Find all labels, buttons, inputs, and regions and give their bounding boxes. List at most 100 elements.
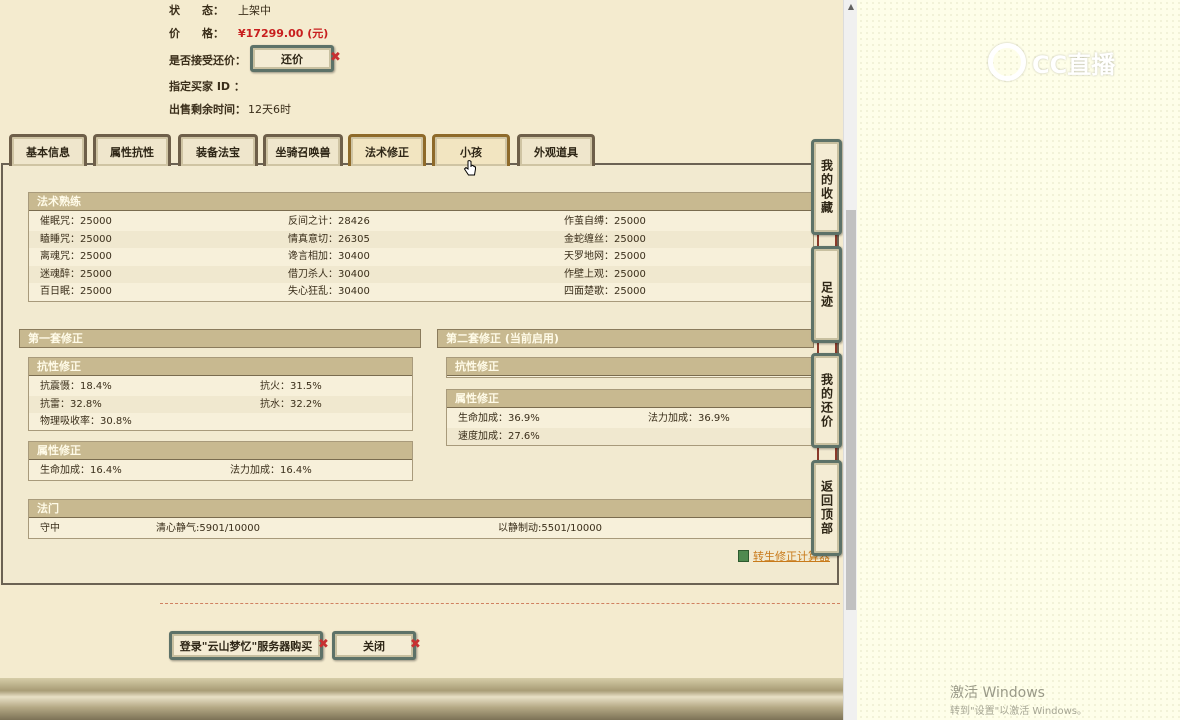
close-button-label: 关闭 xyxy=(363,639,385,653)
table-cell: 生命加成：16.4% xyxy=(40,465,122,476)
desktop-background xyxy=(858,0,1180,720)
side-button-label: 返回顶部 xyxy=(819,480,834,536)
table-row: 物理吸收率：30.8% xyxy=(29,413,412,431)
close-x-icon: ✖ xyxy=(410,637,421,652)
table-cell: 迷魂醉：25000 xyxy=(40,268,112,280)
table-row: 抗震慑：18.4% 抗火：31.5% xyxy=(29,378,412,396)
tab-appearance-items[interactable]: 外观道具 xyxy=(517,134,595,166)
spell-mastery-title: 法术熟练 xyxy=(29,193,813,211)
footprint-button[interactable]: 足迹 xyxy=(811,246,842,343)
table-cell: 情真意切：26305 xyxy=(288,233,370,245)
spell-mastery-section: 法术熟练 催眠咒：25000 反间之计：28426 作茧自缚：25000 瞌睡咒… xyxy=(28,192,814,302)
tab-label: 装备法宝 xyxy=(196,145,240,159)
dharma-table: 守中 清心静气:5901/10000 以静制动:5501/10000 xyxy=(29,518,813,538)
table-cell: 反间之计：28426 xyxy=(288,216,370,227)
counter-offer-row: 是否接受还价： xyxy=(169,52,246,68)
status-row: 状 态： 上架中 xyxy=(169,2,271,18)
table-row: 迷魂醉：25000 借刀杀人：30400 作壁上观：25000 xyxy=(29,265,813,283)
tab-mounts-pets[interactable]: 坐骑召唤兽 xyxy=(263,134,343,166)
table-cell: 四面楚歌：25000 xyxy=(564,286,646,297)
table-cell: 催眠咒：25000 xyxy=(40,216,112,227)
side-button-label: 我的还价 xyxy=(819,372,834,429)
table-cell: 抗雷：32.8% xyxy=(40,398,102,410)
table-row: 离魂咒：25000 谗言相加：30400 天罗地网：25000 xyxy=(29,248,813,266)
table-cell: 离魂咒：25000 xyxy=(40,251,112,262)
remaining-time-row: 出售剩余时间： 12天6时 xyxy=(169,101,291,117)
table-cell: 天罗地网：25000 xyxy=(564,251,646,262)
set1-title: 第一套修正 xyxy=(19,329,421,348)
counter-offer-button-label: 还价 xyxy=(281,52,303,66)
set1-attr-title: 属性修正 xyxy=(29,442,412,460)
tab-attributes[interactable]: 属性抗性 xyxy=(93,134,171,166)
price-row: 价 格： ¥17299.00 (元) xyxy=(169,25,328,41)
table-cell: 以静制动:5501/10000 xyxy=(498,523,602,534)
set1-resist-section: 抗性修正 抗震慑：18.4% 抗火：31.5% 抗雷：32.8% 抗水：32.2… xyxy=(28,357,413,431)
buyer-id-row: 指定买家 ID ： xyxy=(169,78,245,94)
status-value: 上架中 xyxy=(238,4,271,17)
windows-activation-title: 激活 Windows xyxy=(950,685,1045,701)
set2-attr-table: 生命加成：36.9% 法力加成：36.9% 速度加成：27.6% xyxy=(447,408,813,445)
tab-label: 坐骑召唤兽 xyxy=(275,145,331,159)
scroll-up-arrow-icon[interactable]: ▲ xyxy=(844,0,858,14)
price-value: ¥17299.00 (元) xyxy=(238,27,329,40)
table-cell: 生命加成：36.9% xyxy=(458,413,540,424)
hand-cursor-icon xyxy=(463,160,476,176)
table-cell: 清心静气:5901/10000 xyxy=(156,523,260,534)
tab-spell-correction[interactable]: 法术修正 xyxy=(348,134,426,166)
back-to-top-button[interactable]: 返回顶部 xyxy=(811,460,842,556)
windows-activation-subtitle: 转到"设置"以激活 Windows。 xyxy=(950,706,1088,717)
my-favorites-button[interactable]: 我的收藏 xyxy=(811,139,842,235)
table-row: 催眠咒：25000 反间之计：28426 作茧自缚：25000 xyxy=(29,213,813,231)
table-row: 速度加成：27.6% xyxy=(447,427,813,445)
tab-label: 小孩 xyxy=(460,145,482,159)
cc-logo-text: CC直播 xyxy=(1032,50,1116,79)
side-button-label: 足迹 xyxy=(819,280,834,309)
table-cell: 借刀杀人：30400 xyxy=(288,268,370,280)
my-counter-offers-button[interactable]: 我的还价 xyxy=(811,353,842,448)
vertical-scrollbar[interactable]: ▲ xyxy=(843,0,857,720)
table-cell: 抗火：31.5% xyxy=(260,381,322,392)
table-cell: 瞌睡咒：25000 xyxy=(40,233,112,245)
cc-live-logo: CC直播 xyxy=(988,43,1115,81)
tab-label: 法术修正 xyxy=(365,145,409,159)
tab-label: 外观道具 xyxy=(534,145,578,159)
table-cell: 速度加成：27.6% xyxy=(458,430,540,442)
tab-label: 属性抗性 xyxy=(110,145,154,159)
table-row: 抗雷：32.8% 抗水：32.2% xyxy=(29,395,412,413)
table-cell: 物理吸收率：30.8% xyxy=(40,416,132,427)
table-cell: 金蛇缠丝：25000 xyxy=(564,233,646,245)
set1-attr-table: 生命加成：16.4% 法力加成：16.4% xyxy=(29,460,412,480)
set2-resist-title: 抗性修正 xyxy=(447,358,813,376)
divider xyxy=(160,603,840,604)
close-x-icon: ✖ xyxy=(318,637,329,652)
buyer-id-label: 指定买家 ID ： xyxy=(169,80,245,93)
counter-offer-button[interactable]: 还价 xyxy=(250,45,334,72)
close-button[interactable]: 关闭 xyxy=(332,631,416,660)
table-cell: 失心狂乱：30400 xyxy=(288,286,370,297)
tab-equipment[interactable]: 装备法宝 xyxy=(178,134,258,166)
table-row: 瞌睡咒：25000 情真意切：26305 金蛇缠丝：25000 xyxy=(29,230,813,248)
table-cell: 抗水：32.2% xyxy=(260,398,322,410)
scrollbar-thumb[interactable] xyxy=(846,210,856,610)
spell-mastery-table: 催眠咒：25000 反间之计：28426 作茧自缚：25000 瞌睡咒：2500… xyxy=(29,211,813,301)
set2-resist-section: 抗性修正 xyxy=(446,357,814,378)
dharma-section: 法门 守中 清心静气:5901/10000 以静制动:5501/10000 xyxy=(28,499,814,539)
table-cell: 作茧自缚：25000 xyxy=(564,216,646,227)
remaining-time-value: 12天6时 xyxy=(248,103,291,116)
table-row: 生命加成：16.4% 法力加成：16.4% xyxy=(29,462,412,480)
set1-resist-title: 抗性修正 xyxy=(29,358,412,376)
table-cell: 抗震慑：18.4% xyxy=(40,381,112,392)
set2-title: 第二套修正 (当前启用) xyxy=(437,329,814,348)
table-row: 百日眠：25000 失心狂乱：30400 四面楚歌：25000 xyxy=(29,283,813,301)
dharma-title: 法门 xyxy=(29,500,813,518)
table-cell: 百日眠：25000 xyxy=(40,286,112,297)
counter-offer-label: 是否接受还价： xyxy=(169,54,246,67)
table-row: 生命加成：36.9% 法力加成：36.9% xyxy=(447,410,813,428)
cc-logo-ring-icon xyxy=(988,43,1026,81)
set1-resist-table: 抗震慑：18.4% 抗火：31.5% 抗雷：32.8% 抗水：32.2% 物理吸… xyxy=(29,376,412,431)
table-row: 守中 清心静气:5901/10000 以静制动:5501/10000 xyxy=(29,520,813,538)
login-server-buy-button[interactable]: 登录"云山梦忆"服务器购买 xyxy=(169,631,323,660)
tab-basic-info[interactable]: 基本信息 xyxy=(9,134,87,166)
set2-attr-section: 属性修正 生命加成：36.9% 法力加成：36.9% 速度加成：27.6% xyxy=(446,389,814,446)
table-cell: 作壁上观：25000 xyxy=(564,268,646,280)
